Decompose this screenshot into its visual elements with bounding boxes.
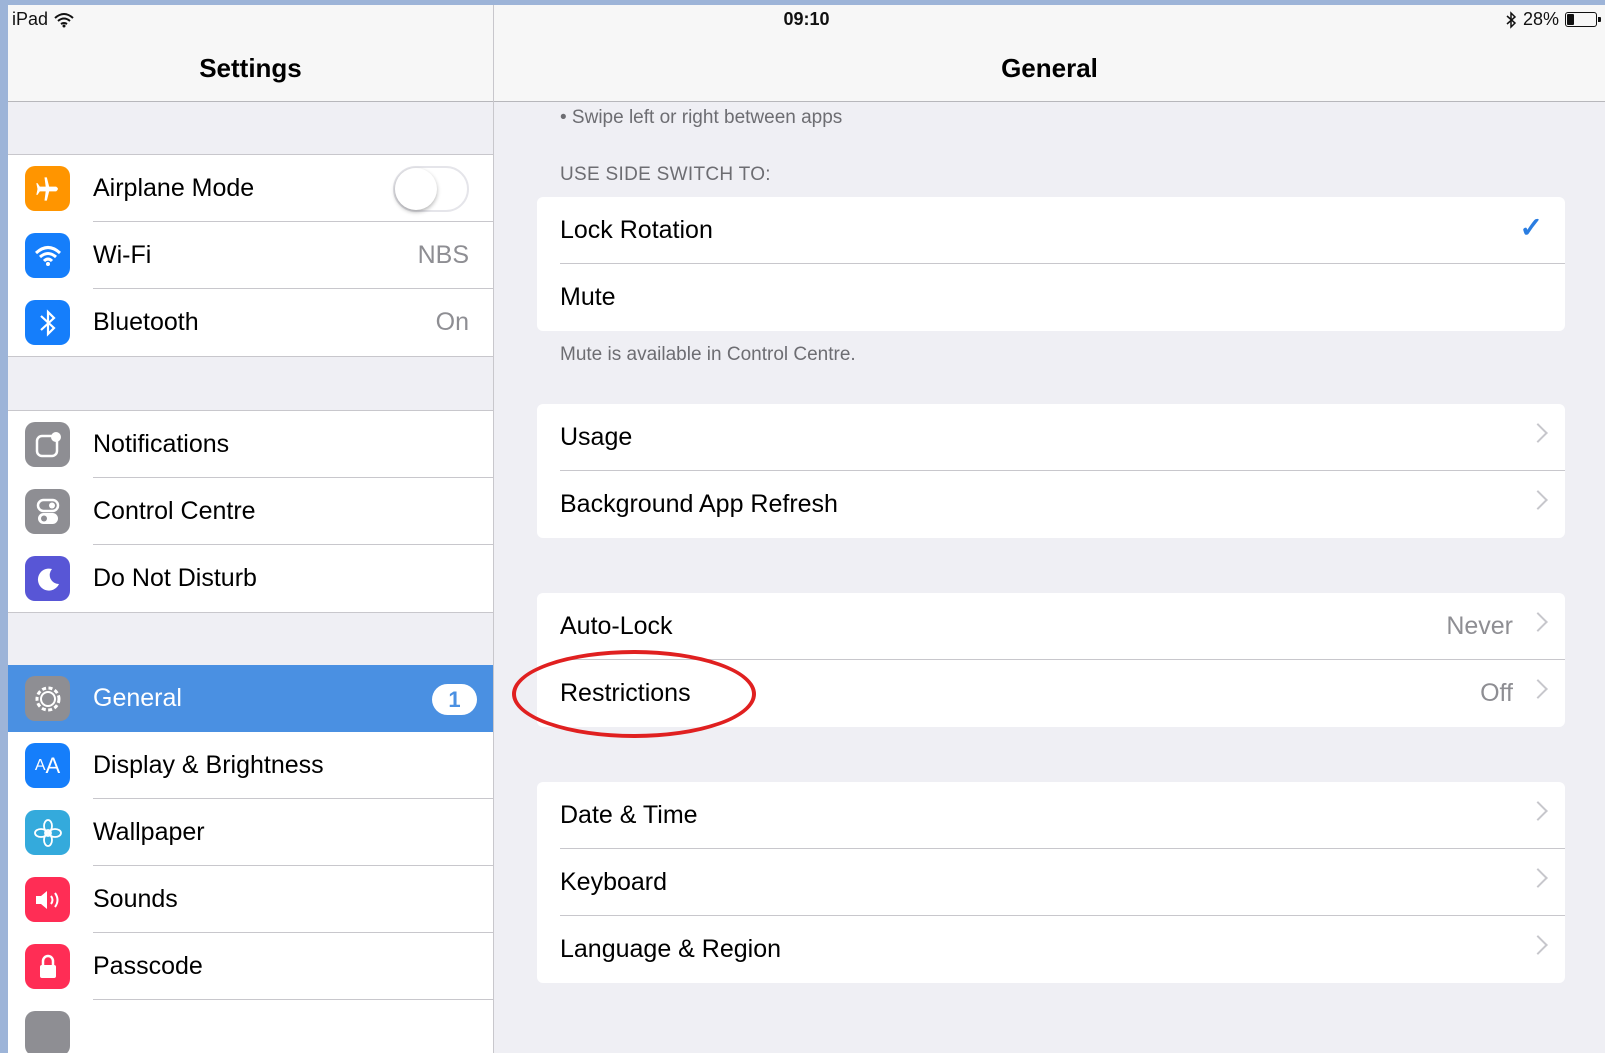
side-switch-group: Lock Rotation ✓ Mute [537,197,1565,331]
sidebar-item-display-brightness[interactable]: AA Display & Brightness [8,732,493,799]
sidebar-item-label: Airplane Mode [93,174,255,202]
keyboard-row[interactable]: Keyboard [537,849,1565,916]
sidebar-item-label: General [93,684,182,712]
status-bar-right: 28% [1505,9,1601,30]
bluetooth-status-icon [1506,10,1517,29]
toggle-knob [395,168,437,210]
sidebar-item-sounds[interactable]: Sounds [8,866,493,933]
bluetooth-icon [25,300,70,345]
chevron-right-icon [1528,679,1548,699]
usage-group: Usage Background App Refresh [537,404,1565,538]
display-icon: AA [25,743,70,788]
sidebar-item-passcode[interactable]: Passcode [8,933,493,1000]
sidebar-title: Settings [199,53,302,83]
wifi-icon [25,233,70,278]
lock-icon [25,944,70,989]
usage-row[interactable]: Usage [537,404,1565,471]
date-time-row[interactable]: Date & Time [537,782,1565,849]
chevron-right-icon [1528,423,1548,443]
status-bar: iPad 09:10 28% [8,5,1605,35]
sidebar-item-wallpaper[interactable]: Wallpaper [8,799,493,866]
option-label: Mute [560,283,616,311]
battery-fill [1567,14,1575,25]
sidebar-item-label: Display & Brightness [93,751,324,779]
side-switch-section-header: USE SIDE SWITCH TO: [560,164,771,185]
update-badge: 1 [432,684,477,715]
bluetooth-value: On [435,308,469,336]
chevron-right-icon [1528,612,1548,632]
sidebar-item-control-centre[interactable]: Control Centre [8,478,493,545]
status-bar-time: 09:10 [783,9,830,29]
sidebar-item-partial[interactable] [8,1000,493,1053]
row-label: Language & Region [560,935,782,963]
chevron-right-icon [1528,935,1548,955]
row-label: Date & Time [560,801,698,829]
lock-rotation-option[interactable]: Lock Rotation ✓ [537,197,1565,264]
sidebar-item-bluetooth[interactable]: Bluetooth On [8,289,493,356]
gear-icon [25,676,70,721]
row-label: Usage [560,423,633,451]
ipad-screen: Settings Airplane Mode Wi-Fi NBS Bluetoo… [8,5,1605,1053]
airplane-icon [25,166,70,211]
detail-title: General [1001,53,1098,83]
side-switch-footer: Mute is available in Control Centre. [560,344,856,365]
chevron-right-icon [1528,490,1548,510]
sidebar-item-label: Sounds [93,885,178,913]
airplane-mode-toggle[interactable] [393,166,469,212]
auto-lock-value: Never [1446,612,1513,640]
notifications-icon [25,422,70,467]
auto-lock-row[interactable]: Auto-Lock Never [537,593,1565,660]
chevron-right-icon [1528,868,1548,888]
sidebar-group-general: General 1 AA Display & Brightness Wallpa… [8,665,493,1053]
wifi-network-value: NBS [417,241,469,269]
sidebar-item-label: Bluetooth [93,308,199,336]
row-label: Background App Refresh [560,490,838,518]
settings-sidebar: Settings Airplane Mode Wi-Fi NBS Bluetoo… [8,5,494,1053]
restrictions-value: Off [1480,679,1513,707]
sidebar-item-do-not-disturb[interactable]: Do Not Disturb [8,545,493,612]
sidebar-item-general[interactable]: General 1 [8,665,493,732]
general-detail-pane: General • Swipe left or right between ap… [494,5,1605,1053]
restrictions-highlight-annotation [512,650,756,738]
locale-group: Date & Time Keyboard Language & Region [537,782,1565,983]
sidebar-item-wifi[interactable]: Wi-Fi NBS [8,222,493,289]
sidebar-item-airplane-mode[interactable]: Airplane Mode [8,155,493,222]
checkmark-icon: ✓ [1519,212,1543,243]
mute-option[interactable]: Mute [537,264,1565,331]
sidebar-item-label: Wi-Fi [93,241,152,269]
sidebar-item-label: Wallpaper [93,818,205,846]
option-label: Lock Rotation [560,216,713,244]
row-label: Keyboard [560,868,668,896]
chevron-right-icon [1528,801,1548,821]
multitasking-gesture-note: • Swipe left or right between apps [560,107,843,128]
sidebar-group-connectivity: Airplane Mode Wi-Fi NBS Bluetooth On [8,154,493,357]
sidebar-item-label: Notifications [93,430,230,458]
sidebar-item-notifications[interactable]: Notifications [8,411,493,478]
privacy-icon [25,1011,70,1053]
sidebar-item-label: Do Not Disturb [93,564,257,592]
sidebar-item-label: Control Centre [93,497,256,525]
wallpaper-icon [25,810,70,855]
battery-icon [1565,12,1601,27]
battery-percent: 28% [1522,9,1559,29]
moon-icon [25,556,70,601]
language-region-row[interactable]: Language & Region [537,916,1565,983]
sounds-icon [25,877,70,922]
background-app-refresh-row[interactable]: Background App Refresh [537,471,1565,538]
sidebar-group-notifications: Notifications Control Centre Do Not Dist… [8,410,493,613]
control-centre-icon [25,489,70,534]
sidebar-item-label: Passcode [93,952,203,980]
